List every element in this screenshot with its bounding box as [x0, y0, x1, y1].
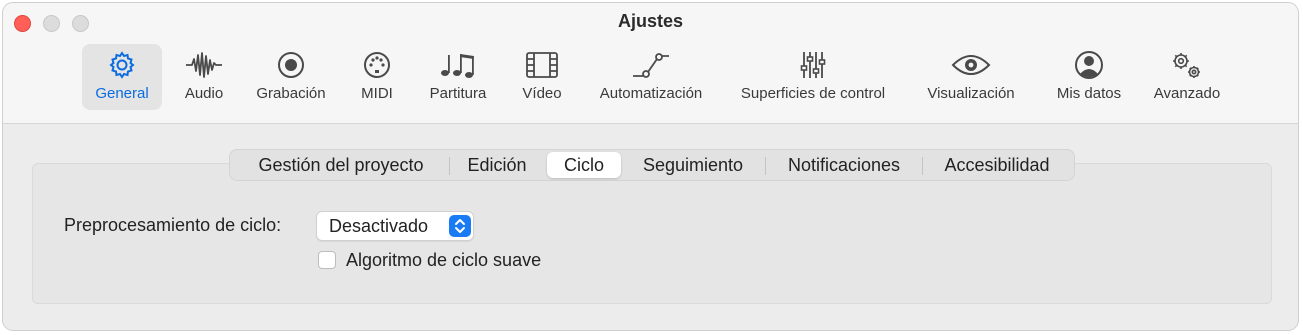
tab-edicion[interactable]: Edición: [452, 152, 542, 178]
tab-ciclo[interactable]: Ciclo: [547, 152, 621, 178]
film-icon: [526, 52, 558, 78]
toolbar-item-visualizacion[interactable]: Visualización: [917, 44, 1025, 110]
eye-icon: [951, 55, 991, 75]
tab-accesibilidad[interactable]: Accesibilidad: [927, 152, 1067, 178]
midi-port-icon: [364, 52, 390, 78]
settings-toolbar: General Audio Grabación MIDI Partitura V…: [3, 3, 1298, 123]
toolbar-label-mis-datos: Mis datos: [1056, 85, 1122, 102]
smooth-cycle-checkbox[interactable]: [318, 251, 336, 269]
toolbar-label-grabacion: Grabación: [256, 85, 326, 102]
toolbar-item-automatizacion[interactable]: Automatización: [591, 44, 711, 110]
popup-stepper-icon: [449, 215, 471, 237]
sliders-icon: [800, 52, 826, 78]
toolbar-label-superficies-de-control: Superficies de control: [740, 85, 886, 102]
title-bar: Ajustes General Audio Grabación MIDI Par…: [3, 3, 1298, 124]
toolbar-item-avanzado[interactable]: Avanzado: [1147, 44, 1227, 110]
tab-seguimiento[interactable]: Seguimiento: [626, 152, 760, 178]
toolbar-label-automatizacion: Automatización: [599, 85, 703, 102]
toolbar-label-partitura: Partitura: [429, 85, 487, 102]
tab-divider: [922, 157, 923, 175]
toolbar-item-grabacion[interactable]: Grabación: [249, 44, 333, 110]
automation-curve-icon: [633, 53, 669, 78]
settings-window: Ajustes General Audio Grabación MIDI Par…: [2, 2, 1299, 331]
toolbar-label-avanzado: Avanzado: [1153, 85, 1221, 102]
toolbar-item-superficies-de-control[interactable]: Superficies de control: [729, 44, 897, 110]
gear-icon: [109, 51, 135, 79]
music-notes-icon: [441, 54, 474, 78]
tab-notificaciones[interactable]: Notificaciones: [770, 152, 918, 178]
toolbar-item-midi[interactable]: MIDI: [351, 44, 403, 110]
tab-divider: [449, 157, 450, 175]
record-icon: [278, 52, 304, 78]
toolbar-item-partitura[interactable]: Partitura: [419, 44, 497, 110]
preprocessing-popup[interactable]: Desactivado: [316, 211, 474, 241]
waveform-icon: [186, 52, 222, 78]
toolbar-label-video: Vídeo: [522, 85, 562, 102]
toolbar-item-mis-datos[interactable]: Mis datos: [1047, 44, 1131, 110]
toolbar-label-general: General: [95, 85, 149, 102]
tab-divider: [765, 157, 766, 175]
smooth-cycle-label: Algoritmo de ciclo suave: [346, 250, 542, 270]
toolbar-item-general[interactable]: General: [82, 44, 162, 110]
toolbar-item-audio[interactable]: Audio: [176, 44, 232, 110]
tab-bar: Gestión del proyecto Edición Ciclo Segui…: [229, 149, 1075, 181]
preprocessing-label: Preprocesamiento de ciclo:: [64, 215, 282, 235]
person-circle-icon: [1075, 51, 1103, 79]
toolbar-item-video[interactable]: Vídeo: [513, 44, 571, 110]
toolbar-label-visualizacion: Visualización: [927, 85, 1015, 102]
toolbar-label-midi: MIDI: [361, 85, 393, 102]
tab-gestion-del-proyecto[interactable]: Gestión del proyecto: [236, 152, 446, 178]
toolbar-label-audio: Audio: [184, 85, 224, 102]
gears-icon: [1173, 53, 1200, 78]
preprocessing-value: Desactivado: [329, 216, 429, 236]
